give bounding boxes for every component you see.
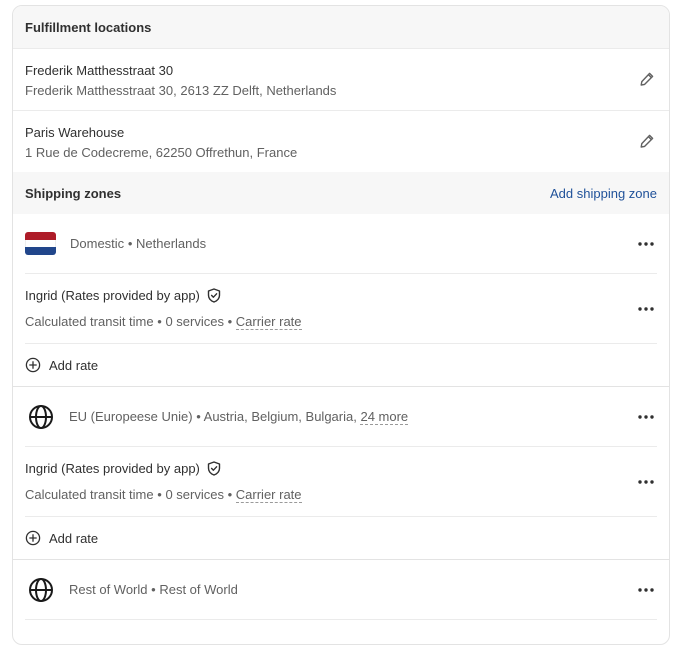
rate-name: Ingrid (Rates provided by app): [25, 288, 200, 303]
separator: •: [151, 582, 156, 597]
shield-check-icon: [207, 288, 221, 303]
zone-name: Rest of World: [69, 582, 148, 597]
separator: •: [127, 236, 133, 251]
shipping-rate-row: Ingrid (Rates provided by app) Calculate…: [25, 274, 657, 344]
zone-description: EU (Europeese Unie) • Austria, Belgium, …: [69, 409, 409, 425]
rate-title: Ingrid (Rates provided by app): [25, 288, 221, 303]
separator: •: [227, 314, 233, 329]
shipping-rate-row: Ingrid (Rates provided by app) Calculate…: [25, 447, 657, 517]
rate-meta: Calculated transit time • 0 services • C…: [25, 314, 302, 330]
location-row: Frederik Matthesstraat 30 Frederik Matth…: [13, 48, 669, 110]
shipping-settings-card: Fulfillment locations Frederik Matthesst…: [12, 5, 670, 645]
separator: •: [227, 487, 233, 502]
more-actions-icon[interactable]: [637, 241, 655, 247]
add-rate-label: Add rate: [49, 530, 99, 546]
more-actions-icon[interactable]: [637, 587, 655, 593]
location-address: 1 Rue de Codecreme, 62250 Offrethun, Fra…: [25, 145, 298, 160]
fulfillment-locations-title: Fulfillment locations: [25, 19, 152, 35]
location-address: Frederik Matthesstraat 30, 2613 ZZ Delft…: [25, 83, 337, 98]
plus-circle-icon: [25, 530, 41, 546]
shipping-zones-header: Shipping zones Add shipping zone: [13, 172, 669, 214]
shipping-zone-rest-of-world: Rest of World • Rest of World: [25, 560, 657, 620]
fulfillment-locations-header: Fulfillment locations: [13, 6, 669, 48]
services-count: 0 services: [165, 487, 224, 502]
zone-countries: Rest of World: [159, 582, 238, 597]
add-rate-button[interactable]: Add rate: [13, 517, 669, 560]
rate-title: Ingrid (Rates provided by app): [25, 461, 221, 476]
netherlands-flag-icon: [25, 232, 56, 255]
edit-pencil-icon[interactable]: [639, 133, 655, 149]
globe-icon: [29, 404, 53, 429]
carrier-rate-label[interactable]: Carrier rate: [235, 487, 302, 503]
zone-description: Rest of World • Rest of World: [69, 582, 238, 597]
more-countries-link[interactable]: 24 more: [360, 409, 409, 425]
globe-icon: [29, 577, 53, 602]
rate-name: Ingrid (Rates provided by app): [25, 461, 200, 476]
more-actions-icon[interactable]: [637, 414, 655, 420]
edit-pencil-icon[interactable]: [639, 71, 655, 87]
add-rate-label: Add rate: [49, 357, 99, 373]
zone-description: Domestic • Netherlands: [70, 236, 206, 251]
plus-circle-icon: [25, 357, 41, 373]
transit-time: Calculated transit time: [25, 487, 154, 502]
carrier-rate-label[interactable]: Carrier rate: [235, 314, 302, 330]
shipping-zones-title: Shipping zones: [25, 185, 122, 201]
add-shipping-zone-link[interactable]: Add shipping zone: [550, 186, 657, 201]
separator: •: [157, 314, 162, 329]
separator: •: [196, 409, 201, 424]
rate-meta: Calculated transit time • 0 services • C…: [25, 487, 302, 503]
zone-countries: Netherlands: [136, 236, 207, 251]
shipping-zone-eu: EU (Europeese Unie) • Austria, Belgium, …: [25, 387, 657, 447]
more-actions-icon[interactable]: [637, 479, 655, 485]
location-name: Paris Warehouse: [25, 125, 125, 140]
separator: •: [157, 487, 162, 502]
zone-name: Domestic: [70, 236, 125, 251]
location-row: Paris Warehouse 1 Rue de Codecreme, 6225…: [13, 110, 669, 172]
shield-check-icon: [207, 461, 221, 476]
transit-time: Calculated transit time: [25, 314, 154, 329]
zone-countries: Austria, Belgium, Bulgaria,: [203, 409, 357, 424]
zone-name: EU (Europeese Unie): [69, 409, 193, 424]
more-actions-icon[interactable]: [637, 306, 655, 312]
location-name: Frederik Matthesstraat 30: [25, 63, 174, 78]
shipping-zone-domestic: Domestic • Netherlands: [25, 214, 657, 274]
services-count: 0 services: [165, 314, 224, 329]
add-rate-button[interactable]: Add rate: [13, 344, 669, 387]
